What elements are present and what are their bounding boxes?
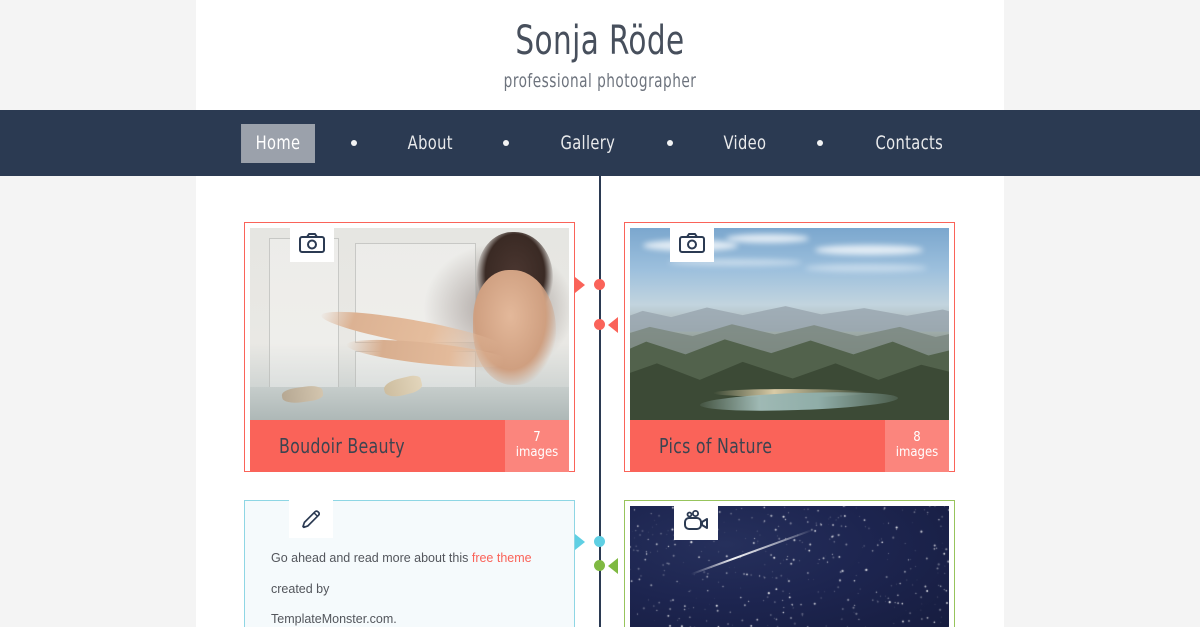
decor-cloud-3 [815,245,924,255]
gallery-card-nature-photo [630,228,949,420]
nav-separator-dot-1 [350,140,357,146]
nav-separator-dot-2 [503,140,510,146]
nav-item-gallery[interactable]: Gallery [546,124,630,163]
main-navigation: Home About Gallery Video Contacts [0,110,1200,176]
gallery-card-boudoir-title: Boudoir Beauty [279,434,405,458]
gallery-card-nature-padding: Pics of Nature 8 images [625,223,954,477]
text-block-line-2: TemplateMonster.com. [271,612,397,627]
text-line1-part1: Go ahead and read more about this [271,551,472,565]
timeline-arrow-text [575,534,585,550]
text-block-line-1: Go ahead and read more about this free t… [271,543,546,604]
page-root: Sonja Röde professional photographer Hom… [0,0,1200,627]
timeline-dot-boudoir [594,279,605,290]
timeline-arrow-video [608,558,618,574]
nav-separator-dot-3 [666,140,673,146]
gallery-card-nature-footer: Pics of Nature 8 images [630,420,949,472]
page-title: Sonja Röde [515,18,685,64]
nav-separator-dot-4 [816,140,823,146]
video-camera-icon [674,506,718,540]
timeline-dot-video [594,560,605,571]
timeline-dot-text [594,536,605,547]
gallery-card-boudoir-padding: Boudoir Beauty 7 images [245,223,574,477]
gallery-card-boudoir-footer: Boudoir Beauty 7 images [250,420,569,472]
gallery-card-boudoir-count-badge: 7 images [505,420,569,472]
timeline-arrow-nature [608,317,618,333]
gallery-card-nature[interactable]: Pics of Nature 8 images [624,222,955,472]
camera-icon [670,228,714,262]
site-tagline: professional photographer [503,70,697,92]
video-card-photo [630,506,949,627]
gallery-card-nature-title: Pics of Nature [659,434,773,458]
site-header: Sonja Röde professional photographer [196,0,1004,110]
gallery-card-boudoir-photo [250,228,569,420]
gallery-card-boudoir[interactable]: Boudoir Beauty 7 images [244,222,575,472]
decor-ridge-1 [630,306,949,332]
gallery-card-nature-count-badge: 8 images [885,420,949,472]
nav-item-contacts[interactable]: Contacts [861,124,958,163]
nav-item-about[interactable]: About [393,124,467,163]
nature-image-count-label: images [895,445,939,460]
text-block-card[interactable]: Go ahead and read more about this free t… [244,500,575,627]
decor-body [473,270,557,386]
decor-cloud-2 [725,233,809,244]
decor-cloud-5 [805,264,927,273]
video-card[interactable] [624,500,955,627]
pencil-icon [289,500,333,538]
nature-image-count: 8 [913,430,921,446]
nav-item-home[interactable]: Home [240,123,315,163]
camera-icon [290,228,334,262]
free-theme-link[interactable]: free theme [472,551,532,565]
boudoir-image-count: 7 [533,430,541,446]
text-line1-part2: created by [271,581,330,596]
nav-items-wrapper: Home About Gallery Video Contacts [235,123,966,163]
video-card-padding [625,501,954,627]
timeline-dot-nature [594,319,605,330]
boudoir-image-count-label: images [515,445,559,460]
nav-item-video[interactable]: Video [709,124,781,163]
timeline-arrow-boudoir [575,277,585,293]
